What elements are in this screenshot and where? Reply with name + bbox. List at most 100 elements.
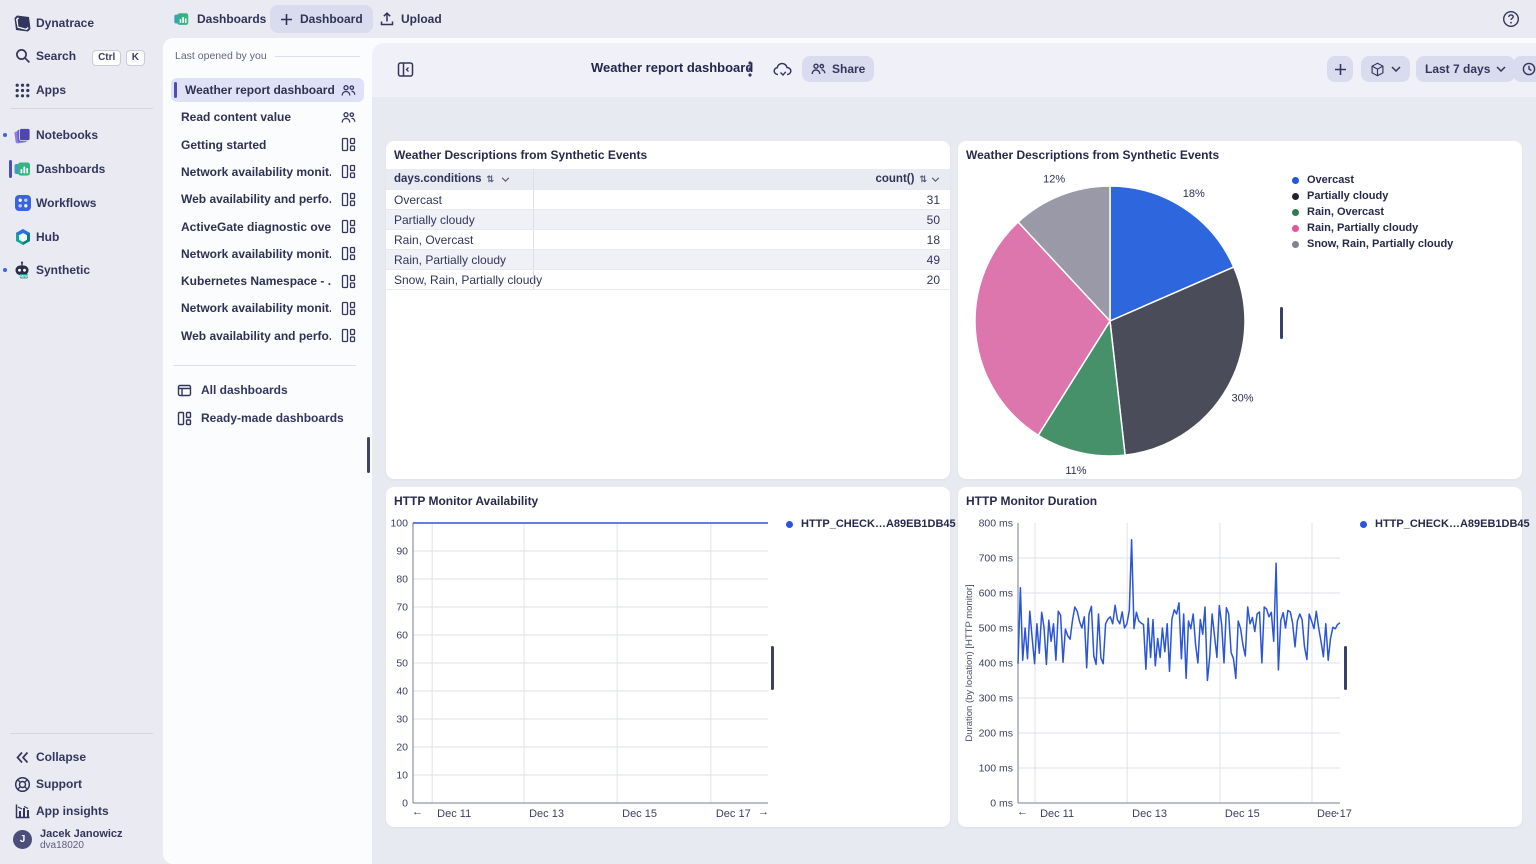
user-org: dva18020: [40, 840, 158, 851]
panel-section-header: Last opened by you: [175, 50, 360, 62]
board-icon: [341, 192, 356, 207]
data-line: [1018, 540, 1340, 681]
legend-resize-handle[interactable]: [1280, 307, 1283, 339]
x-tick-label: Dec 17: [716, 808, 751, 820]
tile-http-duration: HTTP Monitor Duration 800 ms700 ms600 ms…: [958, 487, 1522, 827]
dashboard-list-item[interactable]: Read content value: [171, 105, 364, 129]
section-label: Last opened by you: [175, 50, 267, 62]
rail-item-label: Apps: [36, 83, 66, 97]
y-tick-label: 0 ms: [990, 798, 1013, 810]
y-tick-label: 700 ms: [979, 553, 1013, 565]
toggle-sidebar-icon[interactable]: [392, 56, 418, 82]
rail-item-label: Synthetic: [36, 263, 90, 277]
brand[interactable]: Dynatrace: [0, 11, 163, 35]
legend-dot: [1292, 225, 1299, 232]
plus-icon: [1334, 63, 1347, 76]
x-tick-label: Dec 15: [1225, 808, 1260, 820]
time-range-button[interactable]: Last 7 days: [1416, 56, 1515, 82]
scroll-right-icon[interactable]: →: [758, 806, 769, 818]
legend-item[interactable]: Rain, Partially cloudy: [1292, 220, 1453, 236]
kebab-menu-icon[interactable]: [741, 56, 759, 82]
legend-item[interactable]: HTTP_CHECK…A89EB1DB45: [1360, 516, 1530, 532]
rail-item-dashboards[interactable]: Dashboards: [0, 157, 163, 181]
legend-resize-handle[interactable]: [771, 646, 774, 690]
people-icon: [341, 110, 356, 125]
user-name: Jacek Janowicz: [40, 828, 158, 840]
dashboard-list-item[interactable]: ActiveGate diagnostic over...: [171, 215, 364, 239]
item-label: Kubernetes Namespace - ...: [181, 274, 331, 288]
dashboard-list-item[interactable]: Web availability and perfo...: [171, 324, 364, 348]
sort-icon: ⇅: [487, 174, 495, 184]
board-icon: [341, 328, 356, 343]
sort-icon: ⇅: [919, 174, 927, 185]
legend-dot: [1292, 209, 1299, 216]
table-row[interactable]: Partially cloudy50: [386, 210, 950, 230]
upload-icon: [380, 12, 394, 26]
legend-item[interactable]: Snow, Rain, Partially cloudy: [1292, 236, 1453, 252]
rail-item-label: App insights: [36, 804, 109, 818]
legend-item[interactable]: HTTP_CHECK…A89EB1DB45: [786, 516, 956, 532]
cloud-sync-icon[interactable]: [770, 56, 796, 82]
scroll-left-icon[interactable]: ←: [1017, 806, 1028, 818]
table-header-row[interactable]: days.conditions⇅ count()⇅: [386, 169, 950, 190]
panel-scrollbar-thumb[interactable]: [367, 437, 370, 473]
help-icon[interactable]: [1502, 10, 1520, 28]
dashboard-list-item[interactable]: Kubernetes Namespace - ...: [171, 269, 364, 293]
x-tick-label: Dec 11: [437, 808, 471, 820]
tab-new-dashboard[interactable]: Dashboard: [270, 5, 373, 33]
workflows-icon: [13, 194, 32, 213]
variables-button[interactable]: [1361, 56, 1410, 82]
rail-item-notebooks[interactable]: Notebooks: [0, 123, 163, 147]
legend-item[interactable]: Overcast: [1292, 172, 1453, 188]
all-dashboards-item[interactable]: All dashboards: [171, 377, 364, 403]
rail-item-label: Hub: [36, 230, 59, 244]
dashboard-list-item[interactable]: Weather report dashboard: [171, 78, 364, 102]
auto-refresh-button[interactable]: Off: [1513, 56, 1536, 82]
table-row[interactable]: Rain, Overcast18: [386, 230, 950, 250]
dashboard-list-item[interactable]: Web availability and perfo...: [171, 187, 364, 211]
dashboard-list-item[interactable]: Network availability monit...: [171, 242, 364, 266]
pie-percent-label: 12%: [1043, 174, 1065, 186]
rail-item-search[interactable]: Search Ctrl K: [0, 44, 163, 68]
user-menu[interactable]: J Jacek Janowicz dva18020: [13, 828, 158, 851]
add-tile-button[interactable]: [1327, 56, 1353, 82]
item-label: ActiveGate diagnostic over...: [181, 220, 331, 234]
rail-item-workflows[interactable]: Workflows: [0, 191, 163, 215]
tab-upload[interactable]: Upload: [370, 5, 452, 33]
board-icon: [341, 137, 356, 152]
y-tick-label: 30: [396, 714, 408, 726]
y-tick-label: 0: [402, 798, 408, 810]
pie-percent-label: 30%: [1231, 393, 1253, 405]
legend-item[interactable]: Partially cloudy: [1292, 188, 1453, 204]
time-range-label: Last 7 days: [1425, 62, 1490, 76]
scroll-left-icon[interactable]: ←: [412, 806, 423, 818]
legend-resize-handle[interactable]: [1344, 646, 1347, 690]
tile-title: Weather Descriptions from Synthetic Even…: [394, 148, 647, 162]
y-tick-label: 70: [396, 602, 408, 614]
dashboard-list-item[interactable]: Getting started: [171, 133, 364, 157]
board-icon: [341, 219, 356, 234]
tab-label: Dashboard: [300, 12, 363, 26]
dynatrace-logo-icon: [13, 14, 32, 33]
rail-item-hub[interactable]: Hub: [0, 225, 163, 249]
cube-icon: [1370, 62, 1385, 77]
rail-item-collapse[interactable]: Collapse: [0, 745, 163, 769]
table-row[interactable]: Overcast31: [386, 190, 950, 210]
dashboard-list-item[interactable]: Network availability monit...: [171, 296, 364, 320]
tab-dashboards-app[interactable]: Dashboards: [163, 5, 276, 33]
legend-item[interactable]: Rain, Overcast: [1292, 204, 1453, 220]
scroll-right-icon[interactable]: →: [1330, 806, 1341, 818]
rail-item-apps[interactable]: Apps: [0, 78, 163, 102]
dashboard-title[interactable]: Weather report dashboard: [591, 60, 753, 75]
table-row[interactable]: Snow, Rain, Partially cloudy20: [386, 270, 950, 290]
table-row[interactable]: Rain, Partially cloudy49: [386, 250, 950, 270]
ready-made-dashboards-item[interactable]: Ready-made dashboards: [171, 405, 364, 431]
rail-item-synthetic[interactable]: NEW Synthetic: [0, 258, 163, 282]
insights-chart-icon: [13, 802, 32, 821]
share-button[interactable]: Share: [802, 56, 874, 82]
rail-item-app-insights[interactable]: App insights: [0, 799, 163, 823]
dashboard-list-item[interactable]: Network availability monit...: [171, 160, 364, 184]
rail-item-label: Notebooks: [36, 128, 98, 142]
y-axis-title: Duration (by location) [HTTP monitor]: [964, 584, 975, 741]
rail-item-support[interactable]: Support: [0, 772, 163, 796]
